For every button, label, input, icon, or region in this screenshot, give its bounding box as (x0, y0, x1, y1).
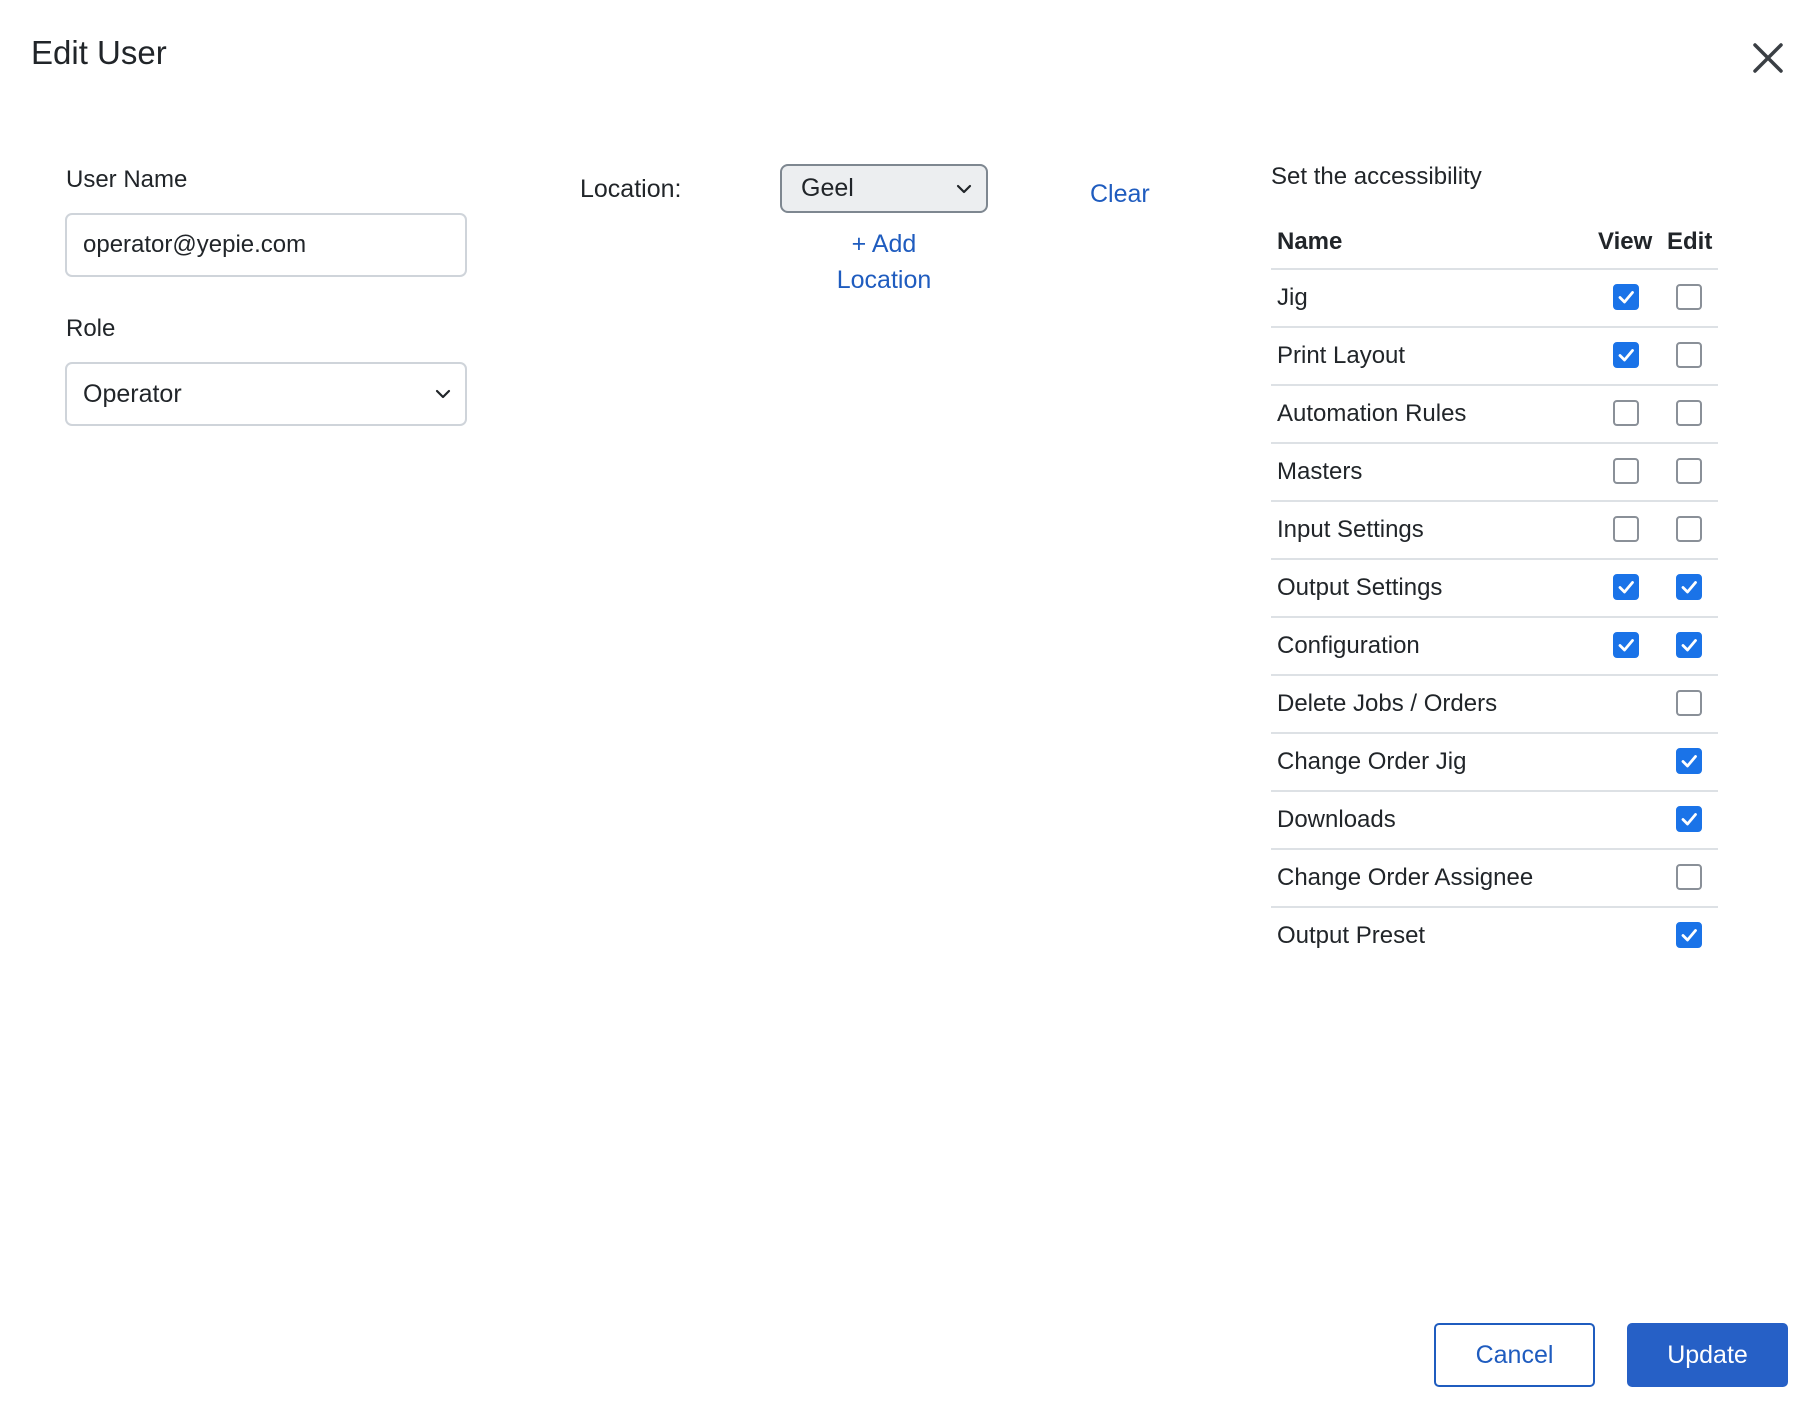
add-location-link[interactable]: + Add Location (800, 226, 968, 298)
permission-name: Change Order Assignee (1277, 864, 1534, 891)
chevron-down-icon (435, 389, 451, 399)
username-label: User Name (66, 166, 188, 193)
permission-row: Input Settings (1271, 502, 1718, 560)
check-icon (1681, 813, 1697, 826)
permission-row: Change Order Jig (1271, 734, 1718, 792)
chevron-down-icon (956, 184, 972, 193)
permission-name: Configuration (1277, 632, 1420, 659)
edit-checkbox[interactable] (1676, 574, 1702, 600)
location-label: Location: (580, 175, 682, 203)
close-button[interactable] (1748, 38, 1788, 78)
check-icon (1618, 581, 1634, 594)
role-select[interactable]: Operator (65, 362, 467, 426)
header-view: View (1598, 228, 1653, 255)
edit-checkbox[interactable] (1676, 748, 1702, 774)
edit-checkbox[interactable] (1676, 516, 1702, 542)
permission-name: Output Preset (1277, 922, 1426, 949)
permission-name: Masters (1277, 458, 1363, 485)
permissions-header-row: Name View Edit (1271, 220, 1718, 270)
view-checkbox[interactable] (1613, 342, 1639, 368)
header-name: Name (1277, 228, 1343, 255)
location-select-value: Geel (801, 174, 854, 202)
view-checkbox[interactable] (1613, 516, 1639, 542)
permission-row: Print Layout (1271, 328, 1718, 386)
check-icon (1681, 639, 1697, 652)
edit-checkbox[interactable] (1676, 806, 1702, 832)
edit-checkbox[interactable] (1676, 458, 1702, 484)
permissions-table: Name View Edit Jig Print Layout Automation… (1271, 220, 1718, 964)
role-select-value: Operator (83, 379, 182, 408)
edit-checkbox[interactable] (1676, 690, 1702, 716)
permission-row: Output Settings (1271, 560, 1718, 618)
add-location-label-line2: Location (836, 266, 932, 294)
permission-name: Automation Rules (1277, 400, 1467, 427)
modal-title: Edit User (31, 34, 167, 71)
header-edit: Edit (1667, 228, 1713, 255)
view-checkbox[interactable] (1613, 284, 1639, 310)
update-button[interactable]: Update (1627, 1323, 1788, 1387)
permission-name: Output Settings (1277, 574, 1443, 601)
permissions-title: Set the accessibility (1271, 163, 1482, 190)
username-input[interactable] (65, 213, 467, 277)
check-icon (1618, 349, 1634, 362)
permission-row: Change Order Assignee (1271, 850, 1718, 908)
check-icon (1681, 755, 1697, 768)
edit-checkbox[interactable] (1676, 400, 1702, 426)
permission-row: Automation Rules (1271, 386, 1718, 444)
permission-name: Change Order Jig (1277, 748, 1467, 775)
edit-checkbox[interactable] (1676, 342, 1702, 368)
permission-name: Input Settings (1277, 516, 1424, 543)
check-icon (1681, 581, 1697, 594)
close-icon (1753, 43, 1783, 73)
clear-location-link[interactable]: Clear (1090, 176, 1150, 212)
view-checkbox[interactable] (1613, 458, 1639, 484)
cancel-button[interactable]: Cancel (1434, 1323, 1595, 1387)
view-checkbox[interactable] (1613, 574, 1639, 600)
check-icon (1681, 929, 1697, 942)
permission-row: Output Preset (1271, 908, 1718, 964)
permission-row: Masters (1271, 444, 1718, 502)
edit-checkbox[interactable] (1676, 864, 1702, 890)
check-icon (1618, 291, 1634, 304)
add-location-label-line1: + Add (851, 230, 917, 258)
view-checkbox[interactable] (1613, 400, 1639, 426)
check-icon (1618, 639, 1634, 652)
edit-checkbox[interactable] (1676, 922, 1702, 948)
permission-name: Downloads (1277, 806, 1396, 833)
view-checkbox[interactable] (1613, 632, 1639, 658)
permission-name: Jig (1277, 284, 1308, 311)
edit-checkbox[interactable] (1676, 284, 1702, 310)
role-label: Role (66, 315, 116, 342)
edit-checkbox[interactable] (1676, 632, 1702, 658)
permission-row: Configuration (1271, 618, 1718, 676)
permission-name: Delete Jobs / Orders (1277, 690, 1498, 717)
permission-row: Jig (1271, 270, 1718, 328)
permission-row: Downloads (1271, 792, 1718, 850)
permission-row: Delete Jobs / Orders (1271, 676, 1718, 734)
location-select[interactable]: Geel (780, 164, 988, 213)
permission-name: Print Layout (1277, 342, 1406, 369)
